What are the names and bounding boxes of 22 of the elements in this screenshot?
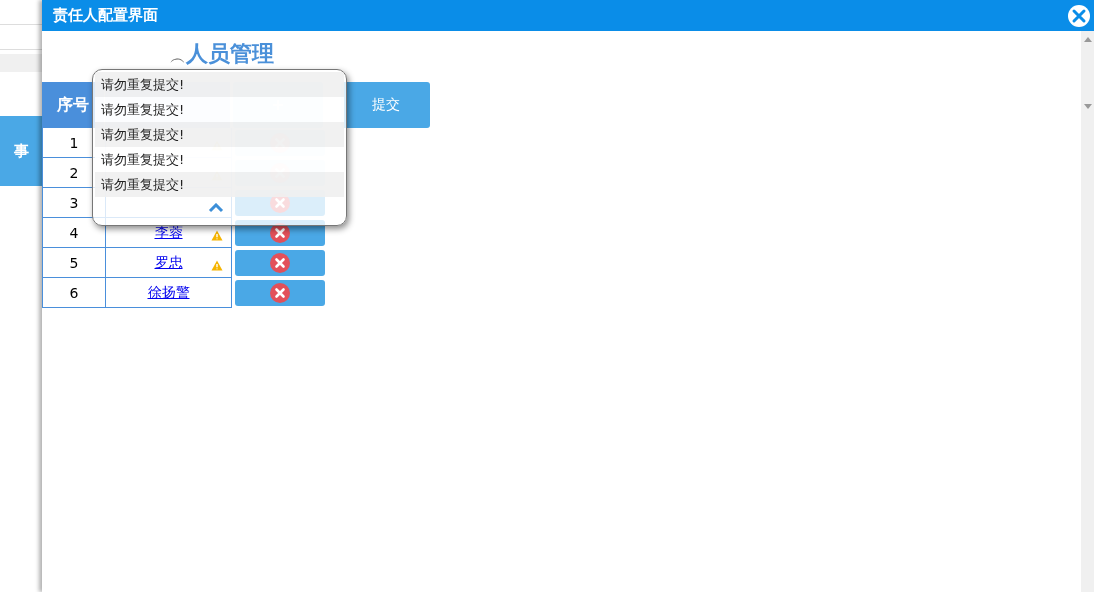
close-button[interactable] — [1068, 4, 1090, 27]
message-item: 请勿重复提交! — [95, 97, 344, 122]
person-link[interactable]: 徐扬警 — [147, 283, 190, 302]
table-cell: 5 — [42, 248, 105, 278]
background-bar — [0, 54, 42, 72]
delete-icon — [270, 283, 290, 303]
person-link[interactable]: 罗忠 — [154, 253, 183, 272]
chevron-up-icon — [208, 203, 224, 213]
delete-button[interactable] — [235, 250, 325, 276]
dialog-title: 责任人配置界面 — [53, 6, 158, 25]
delete-icon — [270, 253, 290, 273]
scroll-down-icon — [1083, 104, 1092, 109]
scroll-up-icon — [1083, 37, 1092, 42]
table-cell: 6 — [42, 278, 105, 308]
page-heading: 人员管理 — [186, 40, 274, 68]
collapse-button[interactable] — [208, 201, 224, 215]
message-item: 请勿重复提交! — [95, 72, 344, 97]
message-item: 请勿重复提交! — [95, 172, 344, 197]
message-item: 请勿重复提交! — [95, 122, 344, 147]
delete-button[interactable] — [235, 280, 325, 306]
person-link[interactable]: 李蓉 — [154, 223, 183, 242]
heading-mark: ︵ — [170, 48, 186, 69]
